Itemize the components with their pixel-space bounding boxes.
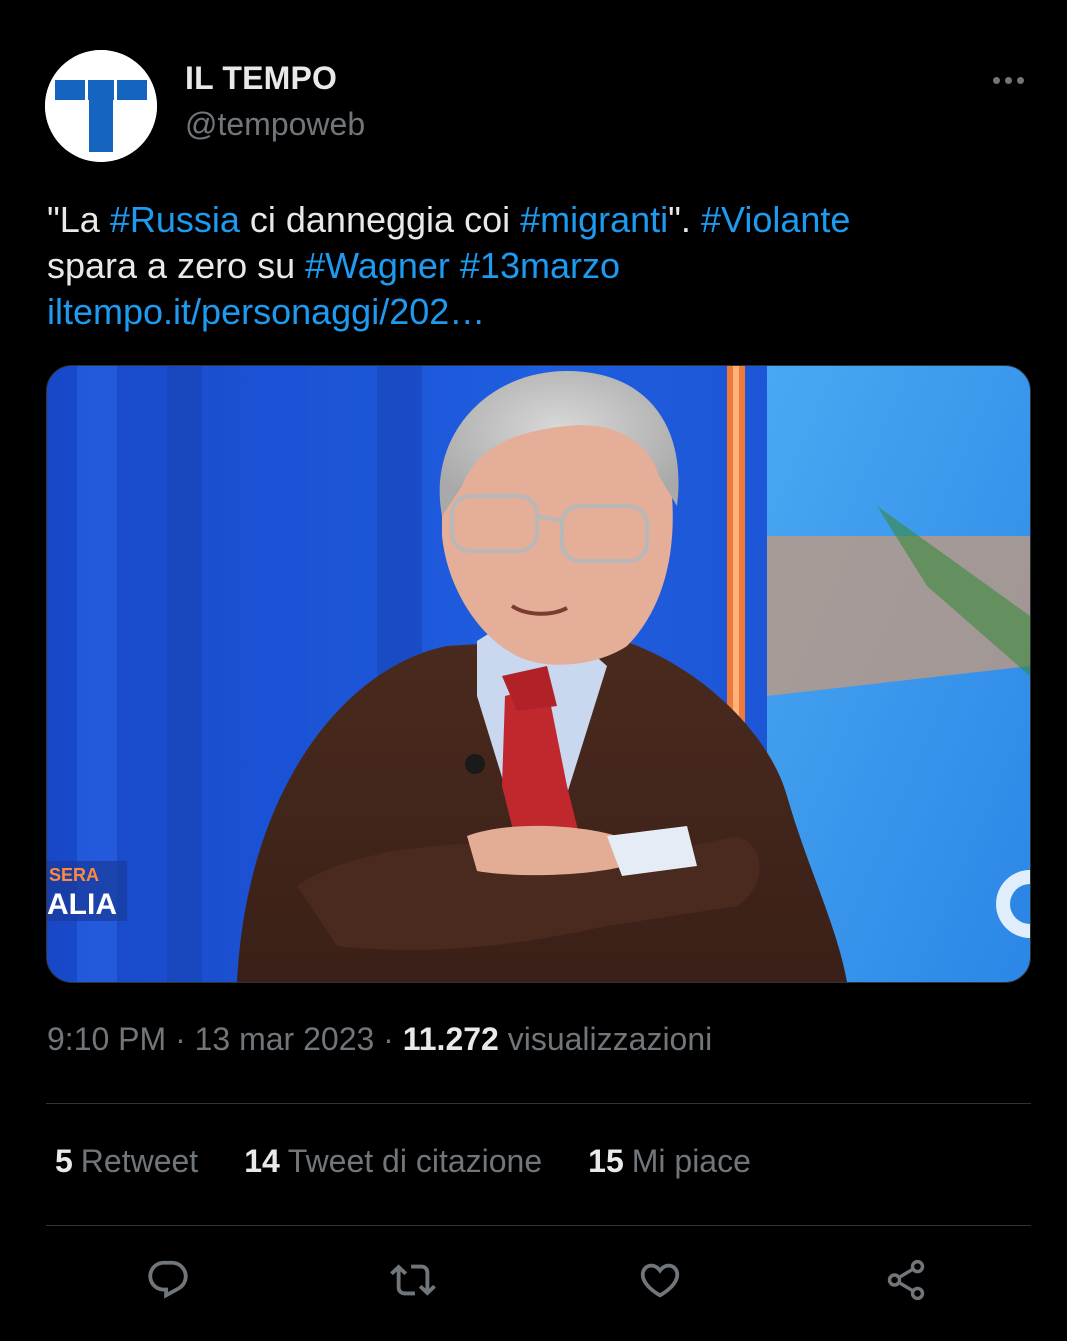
retweets-count: 5 bbox=[55, 1143, 73, 1179]
hashtag-violante[interactable]: #Violante bbox=[701, 199, 850, 240]
meta-separator: · bbox=[374, 1021, 403, 1057]
meta-separator: · bbox=[166, 1021, 195, 1057]
likes-label: Mi piace bbox=[631, 1143, 751, 1179]
tweet-media-image[interactable]: SERA ALIA bbox=[46, 365, 1031, 983]
avatar[interactable] bbox=[45, 50, 157, 162]
hashtag-wagner[interactable]: #Wagner bbox=[305, 245, 450, 286]
likes-stat[interactable]: 15 Mi piace bbox=[588, 1143, 751, 1180]
share-icon bbox=[887, 1259, 925, 1301]
tweet-date[interactable]: 13 mar 2023 bbox=[195, 1021, 375, 1057]
retweets-stat[interactable]: 5 Retweet bbox=[55, 1143, 198, 1180]
views-count: 11.272 bbox=[402, 1021, 499, 1057]
views-label: visualizzazioni bbox=[498, 1021, 713, 1057]
hashtag-13marzo[interactable]: #13marzo bbox=[460, 245, 620, 286]
quotes-label: Tweet di citazione bbox=[287, 1143, 543, 1179]
tweet-text-segment: "La bbox=[47, 199, 110, 240]
dot bbox=[1004, 76, 1012, 84]
article-link[interactable]: iltempo.it/personaggi/202… bbox=[47, 291, 485, 332]
author-name[interactable]: IL TEMPO bbox=[185, 60, 337, 97]
like-button[interactable] bbox=[636, 1256, 684, 1304]
overlay-text-1: SERA bbox=[49, 865, 99, 885]
tweet-text-segment: spara a zero su bbox=[47, 245, 306, 286]
retweet-icon bbox=[390, 1264, 436, 1296]
quotes-stat[interactable]: 14 Tweet di citazione bbox=[244, 1143, 542, 1180]
tweet-text-segment bbox=[450, 245, 460, 286]
tweet: IL TEMPO @tempoweb "La #Russia ci danneg… bbox=[0, 0, 1067, 1341]
tweet-text-segment: ci danneggia coi bbox=[239, 199, 521, 240]
quotes-count: 14 bbox=[244, 1143, 280, 1179]
share-button[interactable] bbox=[882, 1256, 930, 1304]
retweet-button[interactable] bbox=[389, 1256, 437, 1304]
tv-studio-photo: SERA ALIA bbox=[47, 366, 1030, 982]
tweet-stats: 5 Retweet 14 Tweet di citazione 15 Mi piace bbox=[55, 1143, 751, 1180]
reply-icon bbox=[148, 1260, 188, 1299]
hashtag-russia[interactable]: #Russia bbox=[110, 199, 240, 240]
tweet-meta: 9:10 PM · 13 mar 2023 · 11.272 visualizz… bbox=[47, 1021, 712, 1058]
heart-icon bbox=[640, 1263, 680, 1298]
action-bar bbox=[46, 1248, 1031, 1312]
tweet-time[interactable]: 9:10 PM bbox=[47, 1021, 166, 1057]
dot bbox=[1016, 76, 1024, 84]
tweet-text: "La #Russia ci danneggia coi #migranti".… bbox=[47, 197, 1007, 335]
likes-count: 15 bbox=[588, 1143, 624, 1179]
tweet-text-segment: ". bbox=[668, 199, 701, 240]
overlay-text-2: ALIA bbox=[47, 888, 117, 921]
divider bbox=[46, 1103, 1031, 1104]
dot bbox=[992, 76, 1000, 84]
reply-button[interactable] bbox=[144, 1256, 192, 1304]
author-handle[interactable]: @tempoweb bbox=[185, 106, 365, 143]
hashtag-migranti[interactable]: #migranti bbox=[520, 199, 668, 240]
il-tempo-logo-icon bbox=[45, 50, 157, 162]
retweets-label: Retweet bbox=[80, 1143, 199, 1179]
more-options-icon[interactable] bbox=[986, 62, 1030, 98]
divider bbox=[46, 1225, 1031, 1226]
